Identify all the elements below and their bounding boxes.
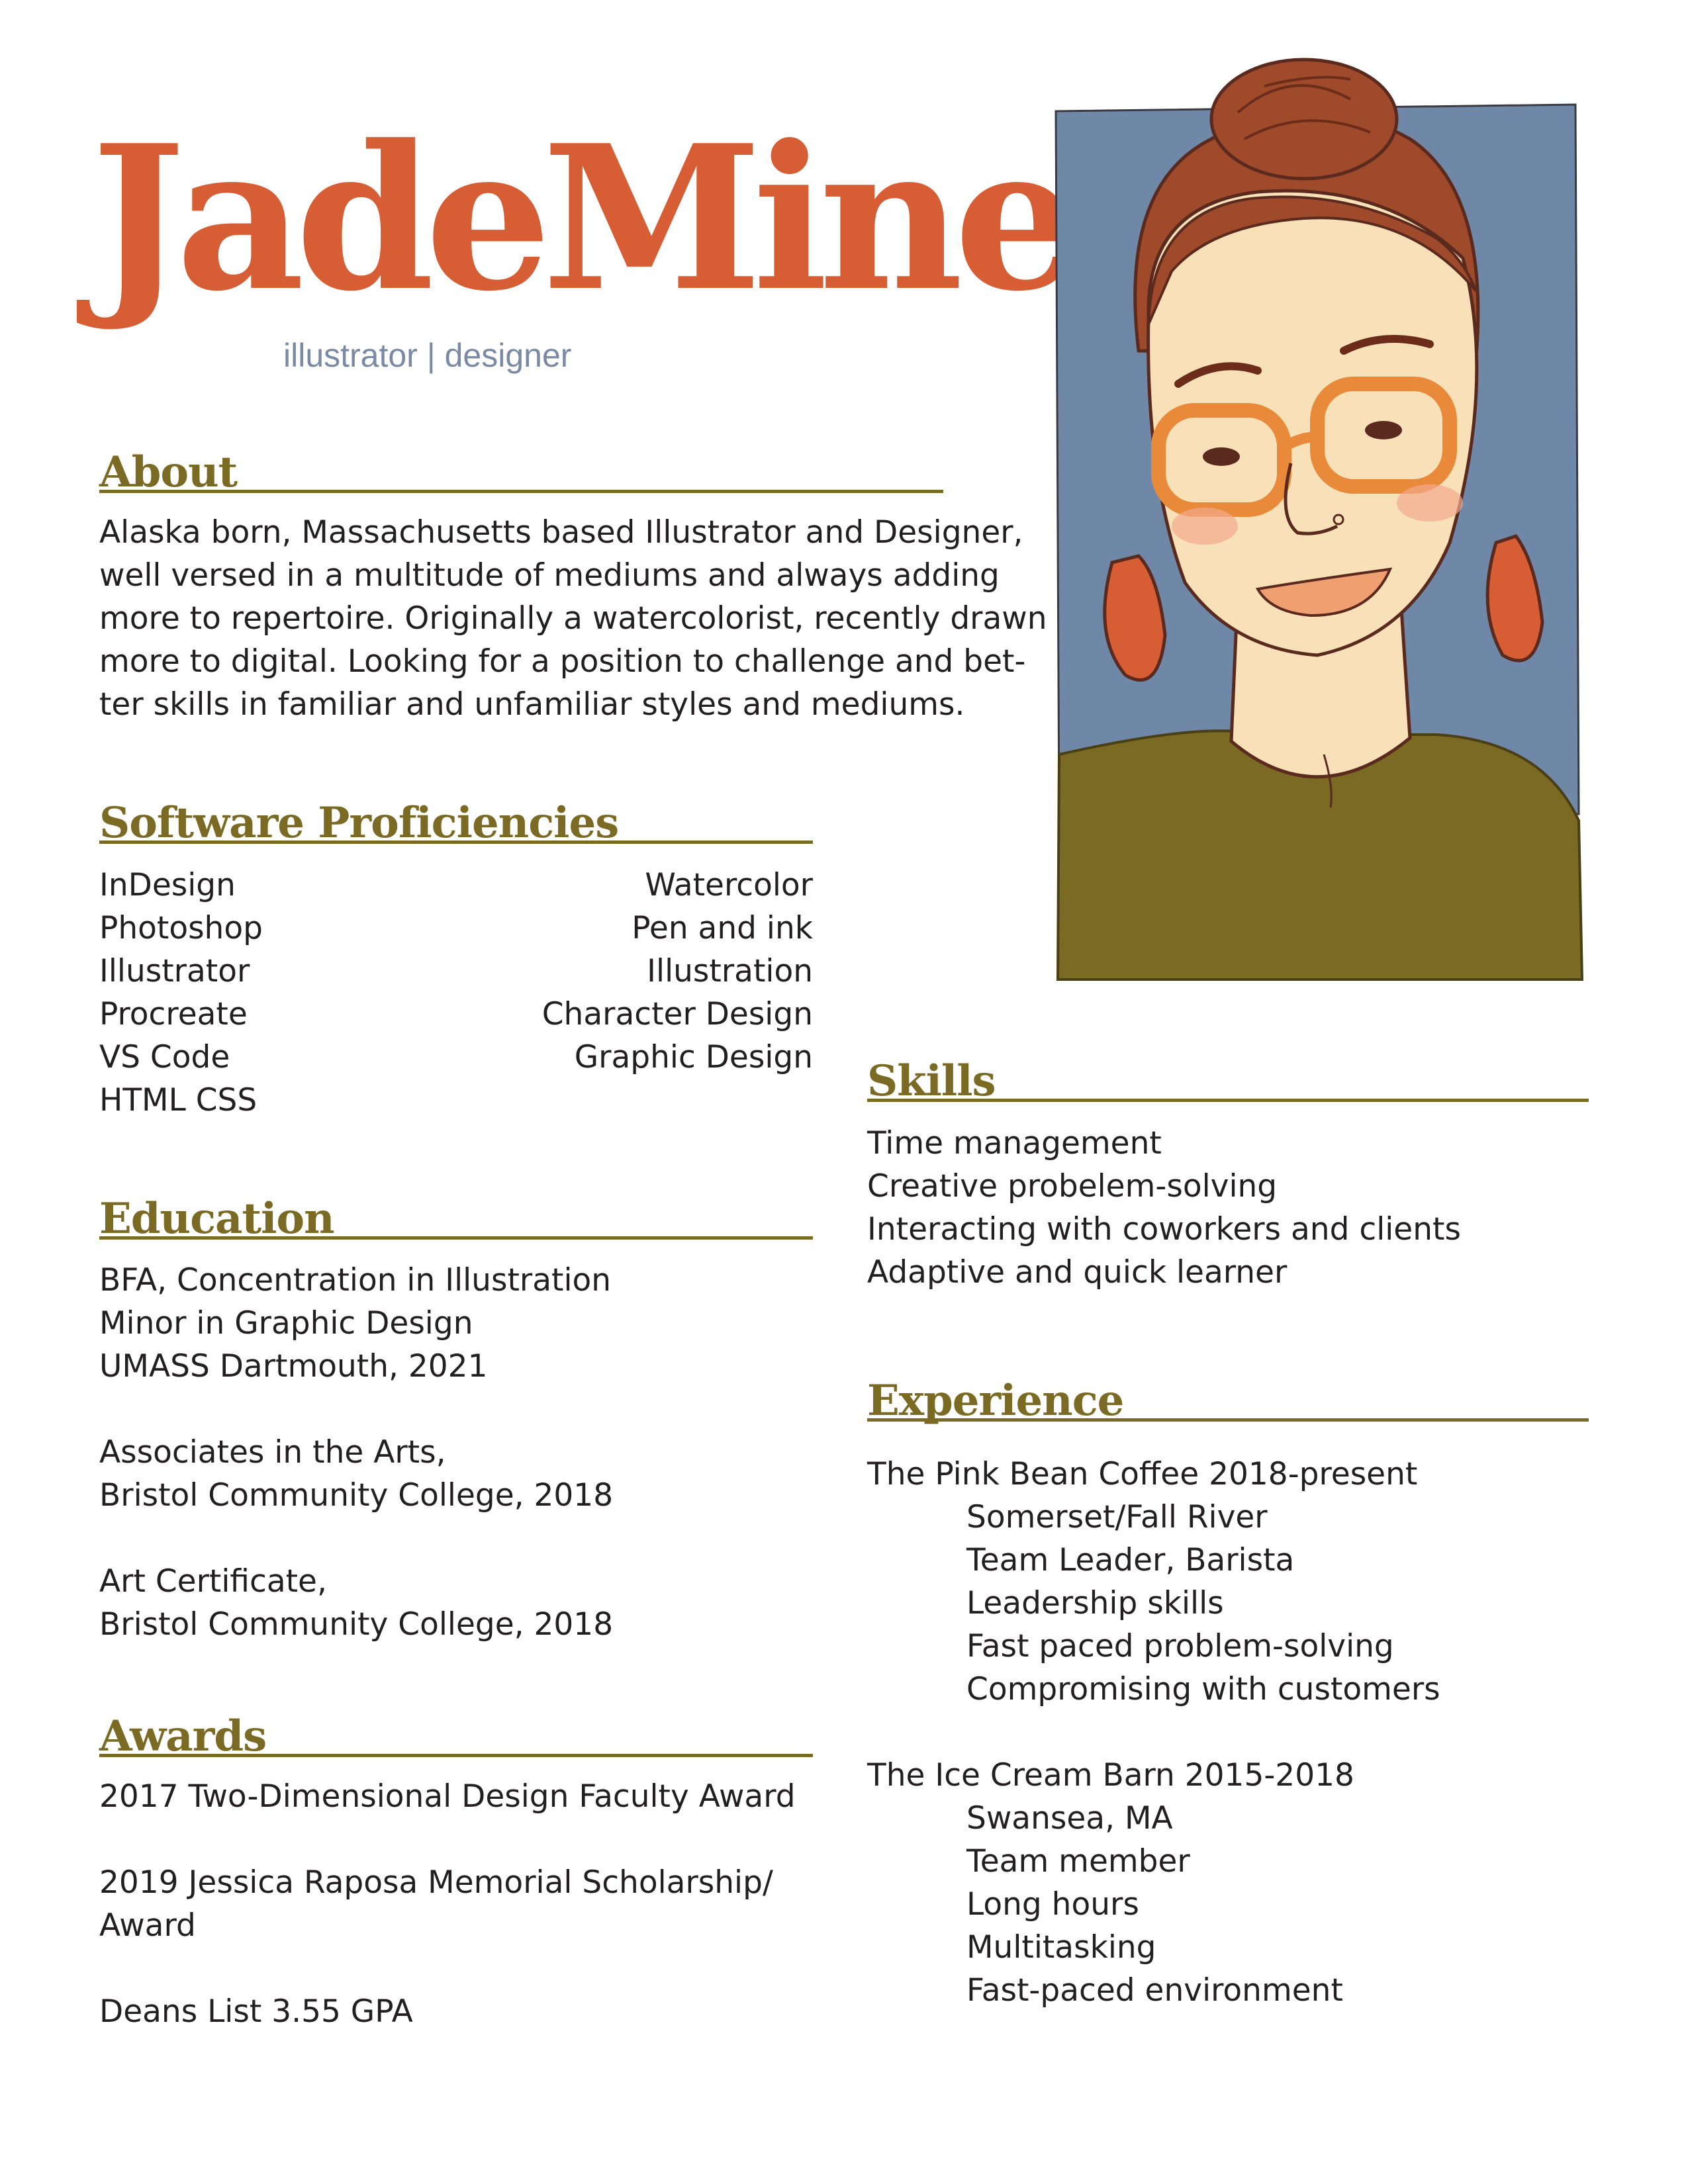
education-line: BFA, Concentration in Illustration [99, 1262, 612, 1298]
medium-item: Pen and ink [632, 910, 813, 946]
skills-heading: Skills [867, 1046, 1589, 1106]
about-line: Alaska born, Massachusetts based Illustr… [99, 514, 1023, 551]
skills-list: Time management Creative probelem-solvin… [867, 1122, 1595, 1294]
self-portrait-illustration [1055, 58, 1584, 981]
job-detail: Team Leader, Barista [966, 1542, 1295, 1578]
about-heading: About [99, 437, 943, 497]
job-detail: Long hours [966, 1886, 1139, 1923]
awards-heading: Awards [99, 1701, 813, 1761]
award-line: Deans List 3.55 GPA [99, 1993, 413, 2030]
about-line: more to digital. Looking for a position … [99, 643, 1026, 680]
education-line: Bristol Community College, 2018 [99, 1477, 614, 1514]
education-line: Art Certificate, [99, 1563, 327, 1600]
about-paragraph: Alaska born, Massachusetts based Illustr… [99, 511, 1047, 726]
job-title: The Pink Bean Coffee 2018-present [867, 1456, 1418, 1492]
software-item: HTML CSS [99, 1082, 258, 1118]
medium-item: Character Design [541, 996, 813, 1032]
education-line: UMASS Dartmouth, 2021 [99, 1348, 488, 1385]
skill-item: Time management [867, 1125, 1162, 1161]
medium-item: Graphic Design [574, 1039, 813, 1075]
education-line: Bristol Community College, 2018 [99, 1606, 614, 1643]
skill-item: Creative probelem-solving [867, 1168, 1278, 1205]
job-detail: Swansea, MA [966, 1800, 1173, 1837]
tagline: illustrator | designer [283, 337, 572, 374]
experience-heading: Experience [867, 1365, 1589, 1422]
job-detail: Fast paced problem-solving [966, 1628, 1394, 1664]
about-heading-text: About [99, 447, 238, 497]
experience-heading-text: Experience [867, 1376, 1124, 1426]
about-line: more to repertoire. Originally a waterco… [99, 600, 1047, 637]
education-heading-text: Education [99, 1194, 335, 1244]
software-heading: Software Proficiencies [99, 788, 813, 844]
awards-heading-text: Awards [99, 1711, 267, 1761]
education-line: Associates in the Arts, [99, 1434, 446, 1471]
software-list-right: Watercolor Pen and ink Illustration Char… [416, 864, 813, 1079]
job-detail: Multitasking [966, 1929, 1156, 1966]
award-line: 2017 Two-Dimensional Design Faculty Awar… [99, 1778, 796, 1815]
job-title: The Ice Cream Barn 2015-2018 [867, 1757, 1354, 1794]
experience-list: The Pink Bean Coffee 2018-present Somers… [867, 1453, 1595, 2012]
medium-item: Illustration [647, 953, 813, 989]
skill-item: Interacting with coworkers and clients [867, 1211, 1461, 1248]
job-detail: Fast-paced environment [966, 1972, 1343, 2009]
skill-item: Adaptive and quick learner [867, 1254, 1288, 1291]
about-line: ter skills in familiar and unfamiliar st… [99, 686, 965, 723]
about-line: well versed in a multitude of mediums an… [99, 557, 1000, 594]
job-detail: Compromising with customers [966, 1671, 1440, 1707]
resume-name: JadeMiner [91, 101, 1176, 335]
skills-heading-text: Skills [867, 1056, 996, 1106]
education-line: Minor in Graphic Design [99, 1305, 473, 1342]
job-detail: Somerset/Fall River [966, 1499, 1268, 1535]
education-list: BFA, Concentration in Illustration Minor… [99, 1259, 827, 1646]
software-heading-text: Software Proficiencies [99, 798, 619, 848]
medium-item: Watercolor [645, 867, 813, 903]
job-detail: Leadership skills [966, 1585, 1224, 1621]
job-detail: Team member [966, 1843, 1190, 1880]
award-line: Award [99, 1907, 196, 1944]
education-heading: Education [99, 1183, 813, 1240]
award-line: 2019 Jessica Raposa Memorial Scholarship… [99, 1864, 773, 1901]
awards-list: 2017 Two-Dimensional Design Faculty Awar… [99, 1775, 827, 2033]
